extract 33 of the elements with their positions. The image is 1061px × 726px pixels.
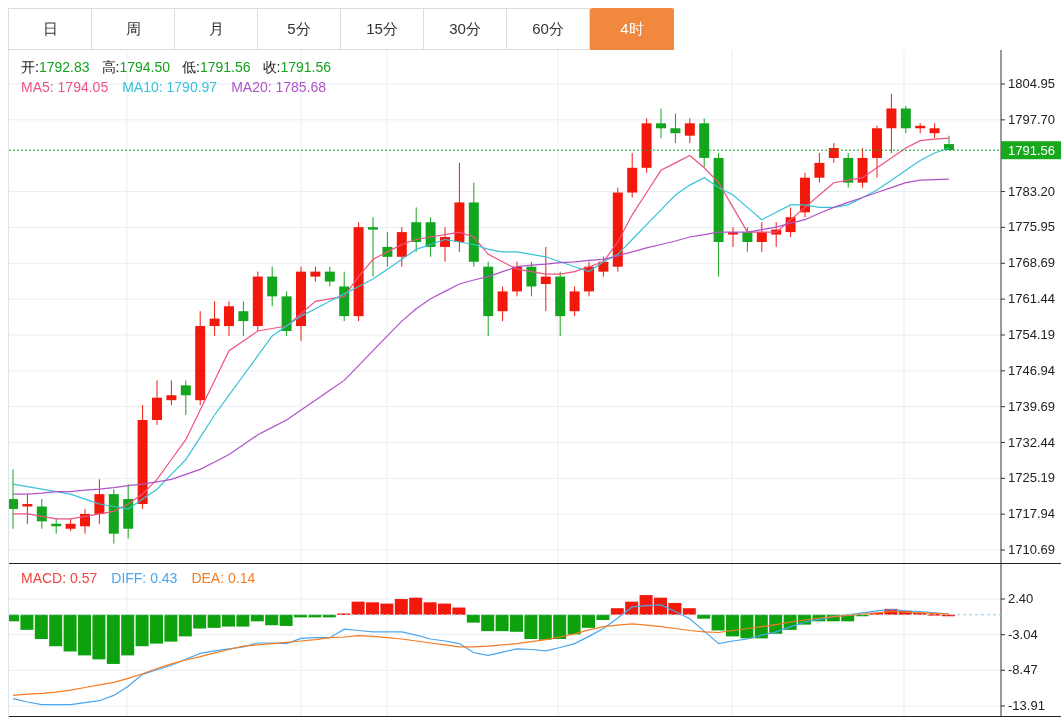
axis-label: -3.04 — [1008, 626, 1038, 642]
legend-item: MA5: 1794.05 — [21, 79, 109, 96]
legend-value: 1791.56 — [199, 59, 251, 76]
axis-label: 2.40 — [1008, 591, 1034, 606]
axis-label: -8.47 — [1008, 662, 1038, 678]
legend-label: 低: — [182, 59, 200, 76]
ref-line-label: 1791.56 — [1008, 143, 1055, 159]
price-tag: 1791.56 — [1001, 141, 1061, 160]
legend-value: 1791.56 — [280, 59, 331, 76]
axis-label: 1783.20 — [1008, 183, 1055, 199]
axis-label: 1732.44 — [1008, 434, 1055, 450]
axis-label: 1717.94 — [1008, 506, 1055, 522]
legend-label: 开: — [21, 59, 39, 76]
axis-label: 1797.70 — [1008, 111, 1055, 127]
axis-label: 1746.94 — [1008, 362, 1055, 378]
legend-label: 收: — [262, 59, 281, 76]
axis-label: 1775.95 — [1008, 219, 1055, 235]
legend-item: MACD: 0.57 — [21, 570, 98, 587]
axis-label: -13.91 — [1008, 697, 1045, 713]
axis-label: 1710.69 — [1008, 542, 1055, 558]
legend-label: 高: — [101, 59, 120, 76]
legend-value: 1792.83 — [38, 59, 90, 76]
axis-label: 1739.69 — [1008, 398, 1055, 414]
axis-label: 1804.95 — [1008, 76, 1055, 91]
axis-label: 1761.44 — [1008, 291, 1055, 307]
axis-label: 1768.69 — [1008, 255, 1055, 271]
legend-item: MA20: 1785.68 — [231, 79, 327, 96]
legend-item: MA10: 1790.97 — [122, 79, 218, 96]
axis-label: 1725.19 — [1008, 470, 1055, 486]
legend-item: DEA: 0.14 — [191, 570, 256, 587]
legend-value: 1794.50 — [119, 59, 170, 76]
legend-item: DIFF: 0.43 — [111, 570, 178, 587]
axis-label: 1754.19 — [1008, 327, 1055, 342]
